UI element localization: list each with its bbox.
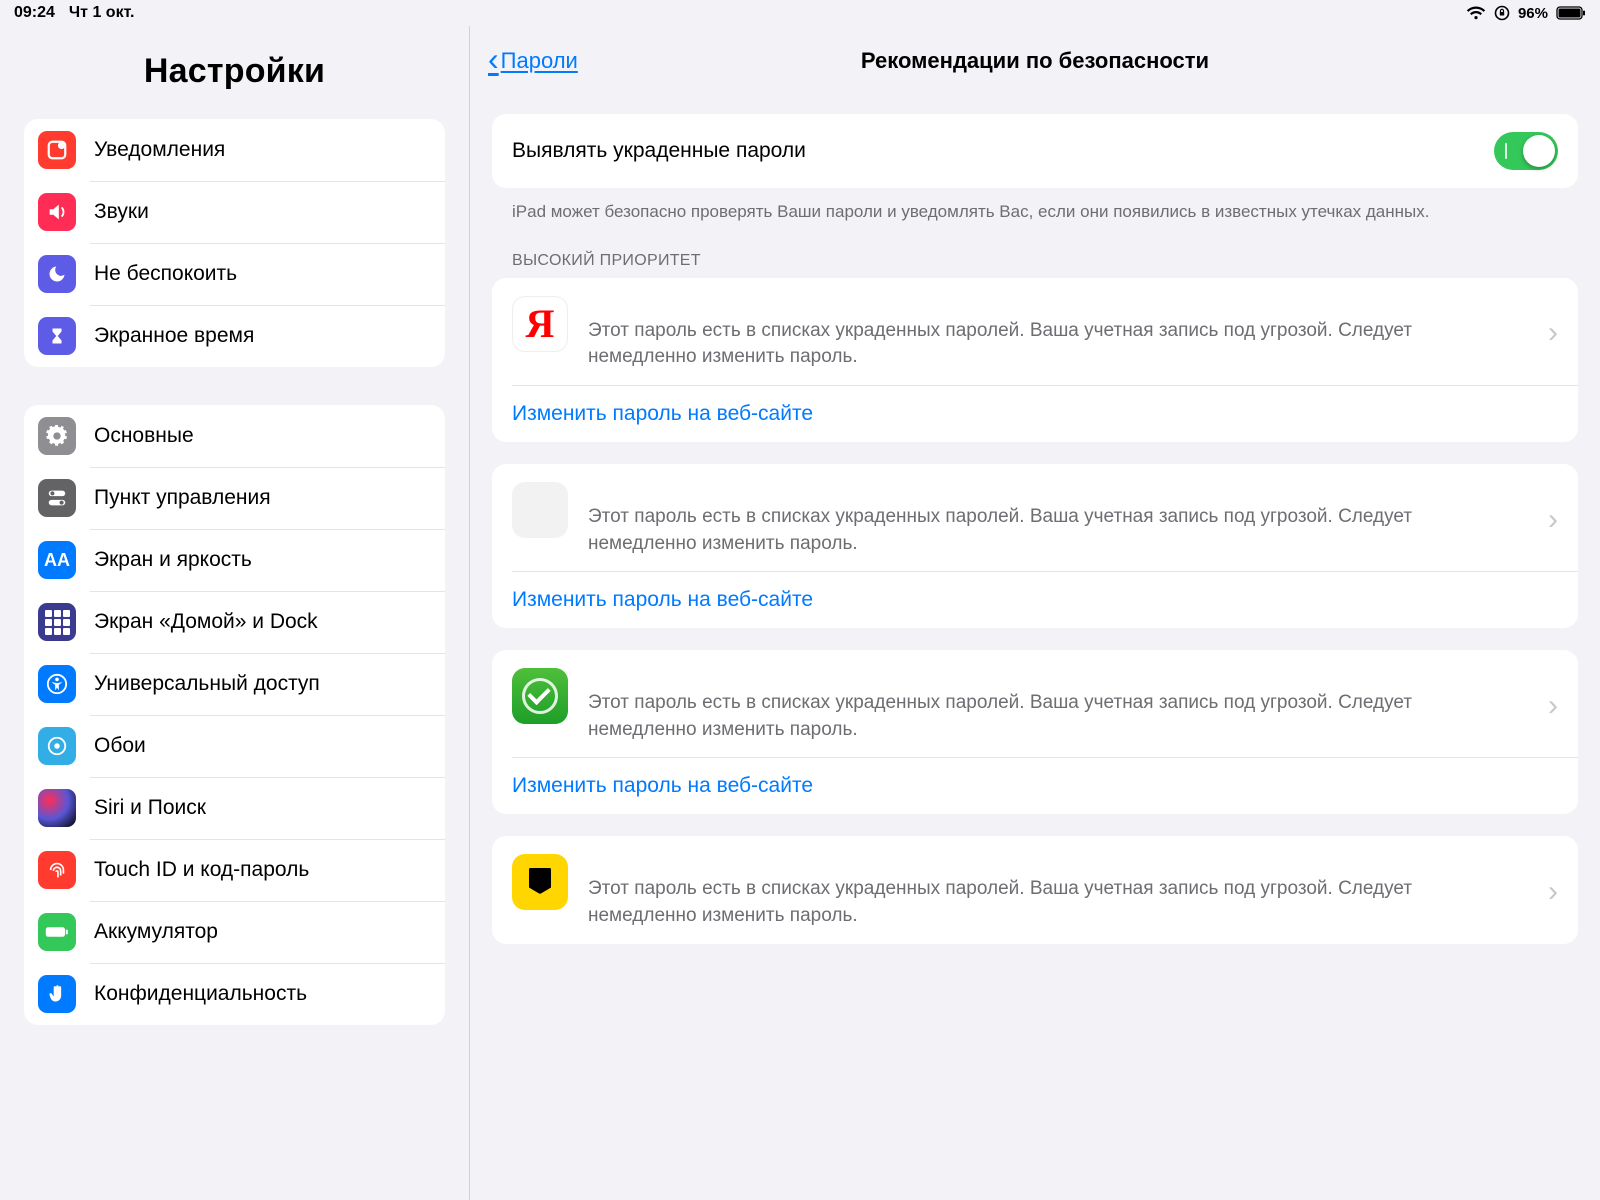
alert-message: Этот пароль есть в списках украденных па… xyxy=(588,296,1522,371)
alert-card-sberbank[interactable]: Этот пароль есть в списках украденных па… xyxy=(492,650,1578,814)
toggles-icon xyxy=(38,479,76,517)
sidebar-item-sounds[interactable]: Звуки xyxy=(24,181,445,243)
tinkoff-icon xyxy=(512,854,568,910)
hourglass-icon xyxy=(38,317,76,355)
accessibility-icon xyxy=(38,665,76,703)
battery-tile-icon xyxy=(38,913,76,951)
battery-percent: 96% xyxy=(1518,5,1548,22)
sidebar-item-accessibility[interactable]: Универсальный доступ xyxy=(24,653,445,715)
alert-card-yandex[interactable]: Я Этот пароль есть в списках украденных … xyxy=(492,278,1578,442)
settings-sidebar: Настройки Уведомления Звуки Не беспокоит… xyxy=(0,26,470,1200)
toggle-footer-note: iPad может безопасно проверять Ваши паро… xyxy=(492,188,1578,224)
change-password-link[interactable]: Изменить пароль на веб-сайте xyxy=(492,386,1578,442)
sidebar-item-general[interactable]: Основные xyxy=(24,405,445,467)
display-icon: AA xyxy=(38,541,76,579)
chevron-right-icon: › xyxy=(1542,689,1558,723)
alert-card-apple[interactable]: Этот пароль есть в списках украденных па… xyxy=(492,464,1578,628)
battery-icon xyxy=(1556,6,1586,20)
sidebar-item-notifications[interactable]: Уведомления xyxy=(24,119,445,181)
sberbank-icon xyxy=(512,668,568,724)
sidebar-item-privacy[interactable]: Конфиденциальность xyxy=(24,963,445,1025)
chevron-left-icon: ‹ xyxy=(488,41,499,78)
fingerprint-icon xyxy=(38,851,76,889)
sidebar-item-siri[interactable]: Siri и Поиск xyxy=(24,777,445,839)
change-password-link[interactable]: Изменить пароль на веб-сайте xyxy=(492,758,1578,814)
siri-icon xyxy=(38,789,76,827)
home-grid-icon xyxy=(38,603,76,641)
section-header-high-priority: ВЫСОКИЙ ПРИОРИТЕТ xyxy=(492,224,1578,278)
alert-message: Этот пароль есть в списках украденных па… xyxy=(588,668,1522,743)
status-date: Чт 1 окт. xyxy=(69,4,135,22)
sidebar-item-control-center[interactable]: Пункт управления xyxy=(24,467,445,529)
toggle-label: Выявлять украденные пароли xyxy=(512,139,806,163)
chevron-right-icon: › xyxy=(1542,316,1558,350)
sidebar-item-display[interactable]: AAЭкран и яркость xyxy=(24,529,445,591)
sidebar-item-wallpaper[interactable]: Обои xyxy=(24,715,445,777)
status-bar: 09:24 Чт 1 окт. 96% xyxy=(0,0,1600,26)
alert-message: Этот пароль есть в списках украденных па… xyxy=(588,854,1522,929)
sidebar-item-dnd[interactable]: Не беспокоить xyxy=(24,243,445,305)
chevron-right-icon: › xyxy=(1542,875,1558,909)
toggle-switch-on[interactable] xyxy=(1494,132,1558,170)
moon-icon xyxy=(38,255,76,293)
sidebar-item-home-dock[interactable]: Экран «Домой» и Dock xyxy=(24,591,445,653)
page-title: Рекомендации по безопасности xyxy=(470,48,1600,74)
status-time: 09:24 xyxy=(14,4,55,22)
apple-icon xyxy=(512,482,568,538)
rotation-lock-icon xyxy=(1494,5,1510,21)
sidebar-item-touchid[interactable]: Touch ID и код-пароль xyxy=(24,839,445,901)
detail-pane: ‹Пароли Рекомендации по безопасности Выя… xyxy=(470,26,1600,1200)
hand-icon xyxy=(38,975,76,1013)
chevron-right-icon: › xyxy=(1542,503,1558,537)
detect-stolen-toggle-row[interactable]: Выявлять украденные пароли xyxy=(492,114,1578,188)
alert-message: Этот пароль есть в списках украденных па… xyxy=(588,482,1522,557)
yandex-icon: Я xyxy=(512,296,568,352)
sidebar-item-screentime[interactable]: Экранное время xyxy=(24,305,445,367)
sidebar-group-1: Уведомления Звуки Не беспокоить Экранное… xyxy=(24,119,445,367)
change-password-link[interactable]: Изменить пароль на веб-сайте xyxy=(492,572,1578,628)
sidebar-title: Настройки xyxy=(0,26,469,119)
wifi-icon xyxy=(1466,6,1486,20)
notifications-icon xyxy=(38,131,76,169)
nav-bar: ‹Пароли Рекомендации по безопасности xyxy=(470,26,1600,96)
detect-toggle-card: Выявлять украденные пароли xyxy=(492,114,1578,188)
back-button[interactable]: ‹Пароли xyxy=(488,43,578,80)
sounds-icon xyxy=(38,193,76,231)
wallpaper-icon xyxy=(38,727,76,765)
alert-card-tinkoff[interactable]: Этот пароль есть в списках украденных па… xyxy=(492,836,1578,943)
sidebar-group-2: Основные Пункт управления AAЭкран и ярко… xyxy=(24,405,445,1025)
gear-icon xyxy=(38,417,76,455)
sidebar-item-battery[interactable]: Аккумулятор xyxy=(24,901,445,963)
